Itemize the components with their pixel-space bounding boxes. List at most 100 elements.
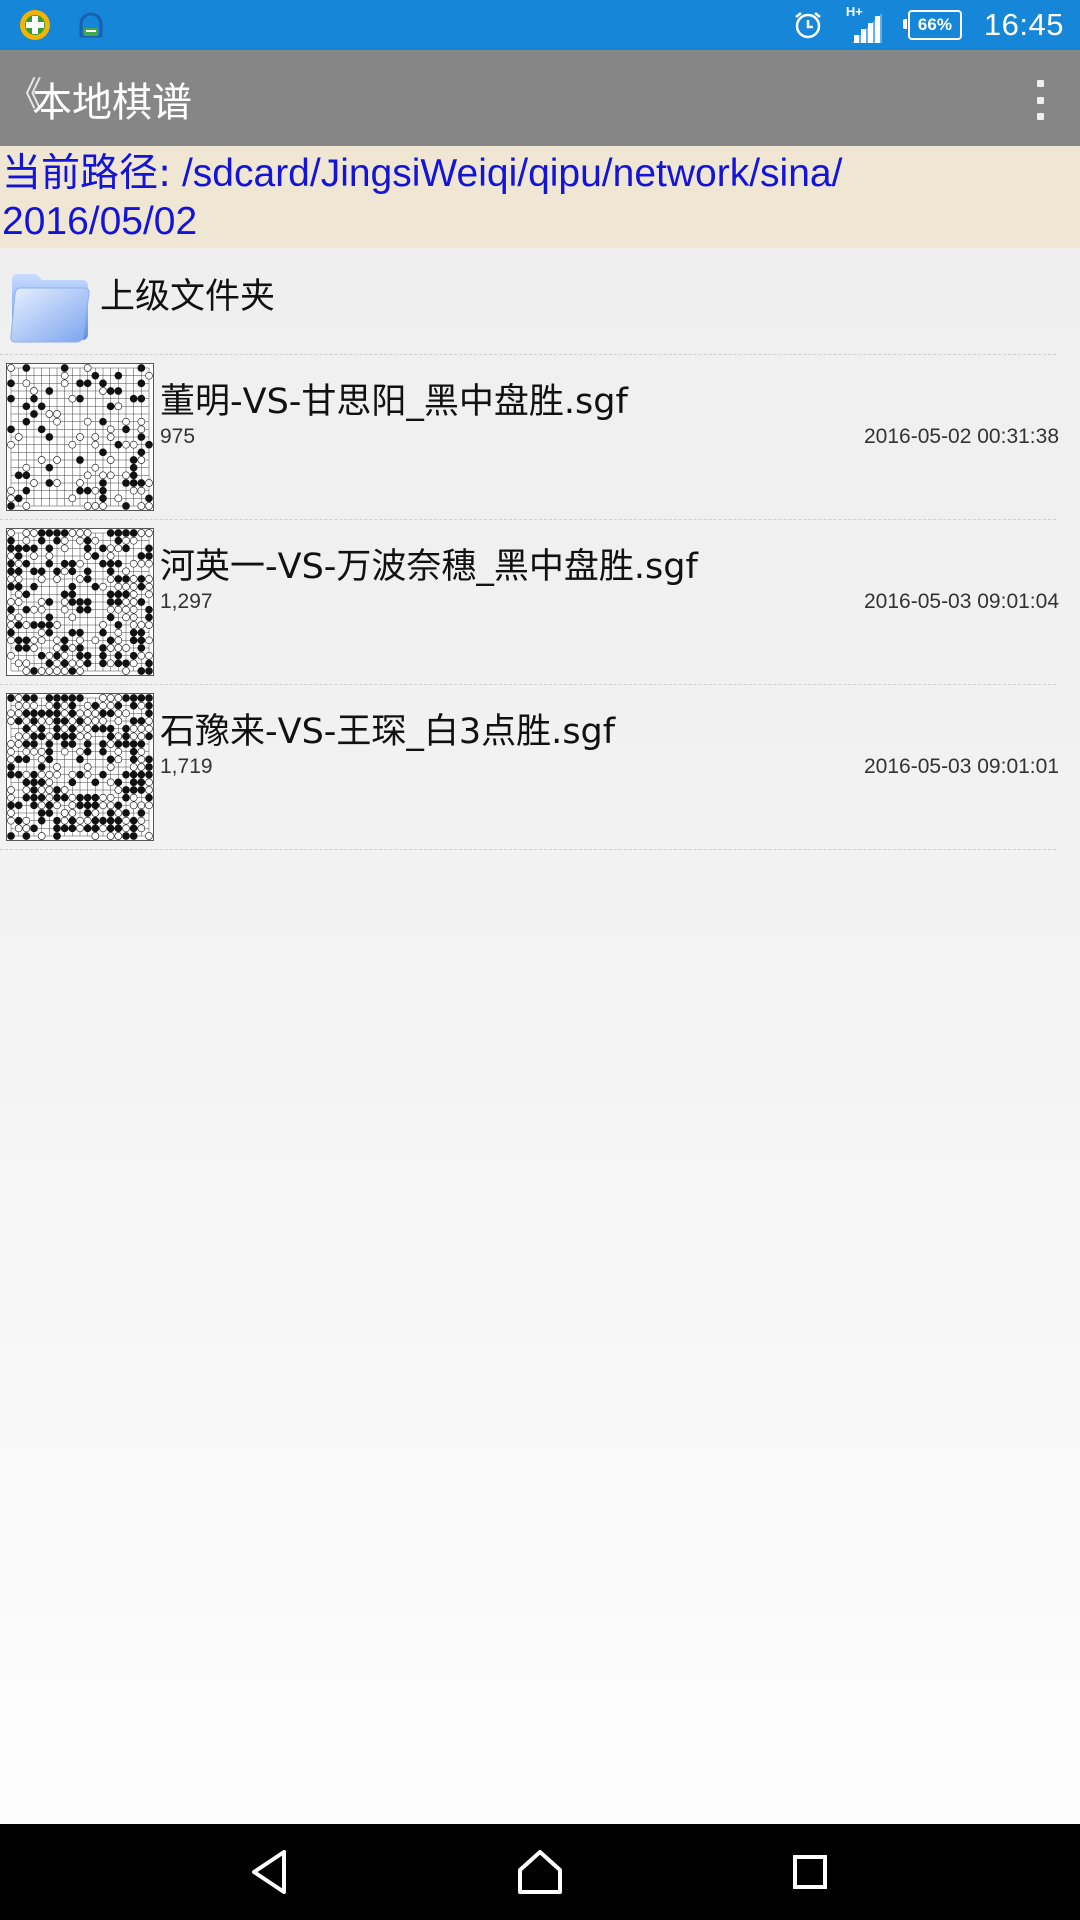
black-stone — [37, 529, 46, 537]
black-stone — [114, 559, 123, 568]
white-stone — [114, 628, 123, 637]
black-stone — [45, 801, 54, 810]
white-stone — [91, 502, 100, 510]
white-stone — [68, 717, 77, 725]
recents-icon[interactable] — [780, 1844, 840, 1900]
black-stone — [37, 621, 46, 629]
black-stone — [83, 659, 92, 668]
white-stone — [60, 724, 69, 733]
black-stone — [53, 567, 61, 576]
black-stone — [122, 740, 130, 748]
white-stone — [83, 763, 92, 771]
black-stone — [14, 567, 23, 576]
black-stone — [83, 740, 92, 748]
file-row[interactable]: 河英一-VS-万波奈穗_黑中盘胜.sgf 1,297 2016-05-03 09… — [0, 520, 1059, 685]
white-stone — [53, 621, 61, 629]
black-stone — [122, 575, 130, 583]
black-stone — [30, 667, 38, 675]
black-stone — [106, 402, 115, 411]
black-stone — [106, 709, 115, 718]
file-row[interactable]: 石豫来-VS-王琛_白3点胜.sgf 1,719 2016-05-03 09:0… — [0, 685, 1059, 850]
black-stone — [137, 778, 146, 787]
black-stone — [129, 816, 138, 825]
white-stone — [99, 471, 107, 480]
black-stone — [76, 755, 84, 764]
white-stone — [122, 598, 130, 606]
black-stone — [45, 433, 54, 441]
white-stone — [129, 582, 138, 591]
white-stone — [114, 582, 123, 591]
black-stone — [37, 567, 46, 576]
black-stone — [68, 598, 77, 606]
black-stone — [37, 763, 46, 771]
black-stone — [83, 824, 92, 833]
black-stone — [145, 605, 153, 614]
white-stone — [68, 801, 77, 810]
white-stone — [30, 724, 38, 733]
black-stone — [30, 793, 38, 802]
white-stone — [22, 786, 31, 794]
black-stone — [145, 709, 153, 718]
white-stone — [76, 659, 84, 668]
black-stone — [83, 536, 92, 545]
black-stone — [68, 667, 77, 675]
black-stone — [114, 621, 123, 629]
white-stone — [145, 724, 153, 733]
white-stone — [14, 701, 23, 710]
white-stone — [68, 613, 77, 622]
black-stone — [106, 598, 115, 606]
white-stone — [76, 529, 84, 537]
black-stone — [99, 659, 107, 668]
black-stone — [129, 786, 138, 794]
white-stone — [60, 544, 69, 553]
black-stone — [106, 816, 115, 825]
overflow-menu-button[interactable] — [1030, 80, 1050, 120]
white-stone — [137, 486, 146, 495]
white-stone — [22, 463, 31, 472]
black-stone — [91, 801, 100, 810]
black-stone — [53, 793, 61, 802]
black-stone — [145, 659, 153, 668]
black-stone — [114, 598, 123, 606]
white-stone — [45, 770, 54, 779]
black-stone — [68, 559, 77, 568]
white-stone — [45, 717, 54, 725]
white-stone — [45, 701, 54, 710]
white-stone — [22, 659, 31, 668]
black-stone — [68, 628, 77, 637]
home-icon[interactable] — [510, 1844, 570, 1900]
black-stone — [14, 816, 23, 825]
page-title[interactable]: 本地棋谱 — [32, 70, 192, 128]
white-stone — [83, 364, 92, 372]
white-stone — [91, 486, 100, 495]
black-stone — [53, 816, 61, 825]
black-stone — [145, 755, 153, 764]
black-stone — [22, 559, 31, 568]
white-stone — [60, 379, 69, 388]
black-stone — [68, 694, 77, 702]
path-text: /sdcard/JingsiWeiqi/qipu/network/sina/ — [171, 152, 843, 195]
white-stone — [99, 824, 107, 833]
white-stone — [145, 801, 153, 810]
black-stone — [45, 613, 54, 622]
white-stone — [14, 433, 23, 441]
white-stone — [137, 816, 146, 825]
white-stone — [7, 636, 15, 645]
white-stone — [7, 717, 15, 725]
black-stone — [99, 379, 107, 388]
black-stone — [22, 471, 31, 480]
white-stone — [106, 659, 115, 668]
black-stone — [7, 559, 15, 568]
back-icon[interactable] — [240, 1844, 300, 1900]
file-date: 2016-05-03 09:01:01 — [864, 755, 1059, 778]
black-stone — [122, 732, 130, 741]
black-stone — [45, 747, 54, 756]
white-stone — [145, 479, 153, 487]
file-row[interactable]: 董明-VS-甘思阳_黑中盘胜.sgf 975 2016-05-02 00:31:… — [0, 355, 1059, 520]
black-stone — [91, 582, 100, 591]
black-stone — [99, 651, 107, 660]
parent-folder-row[interactable]: 上级文件夹 — [0, 248, 1056, 355]
white-stone — [106, 552, 115, 560]
current-path-bar: 当前路径: /sdcard/JingsiWeiqi/qipu/network/s… — [0, 146, 1080, 248]
white-stone — [14, 732, 23, 741]
